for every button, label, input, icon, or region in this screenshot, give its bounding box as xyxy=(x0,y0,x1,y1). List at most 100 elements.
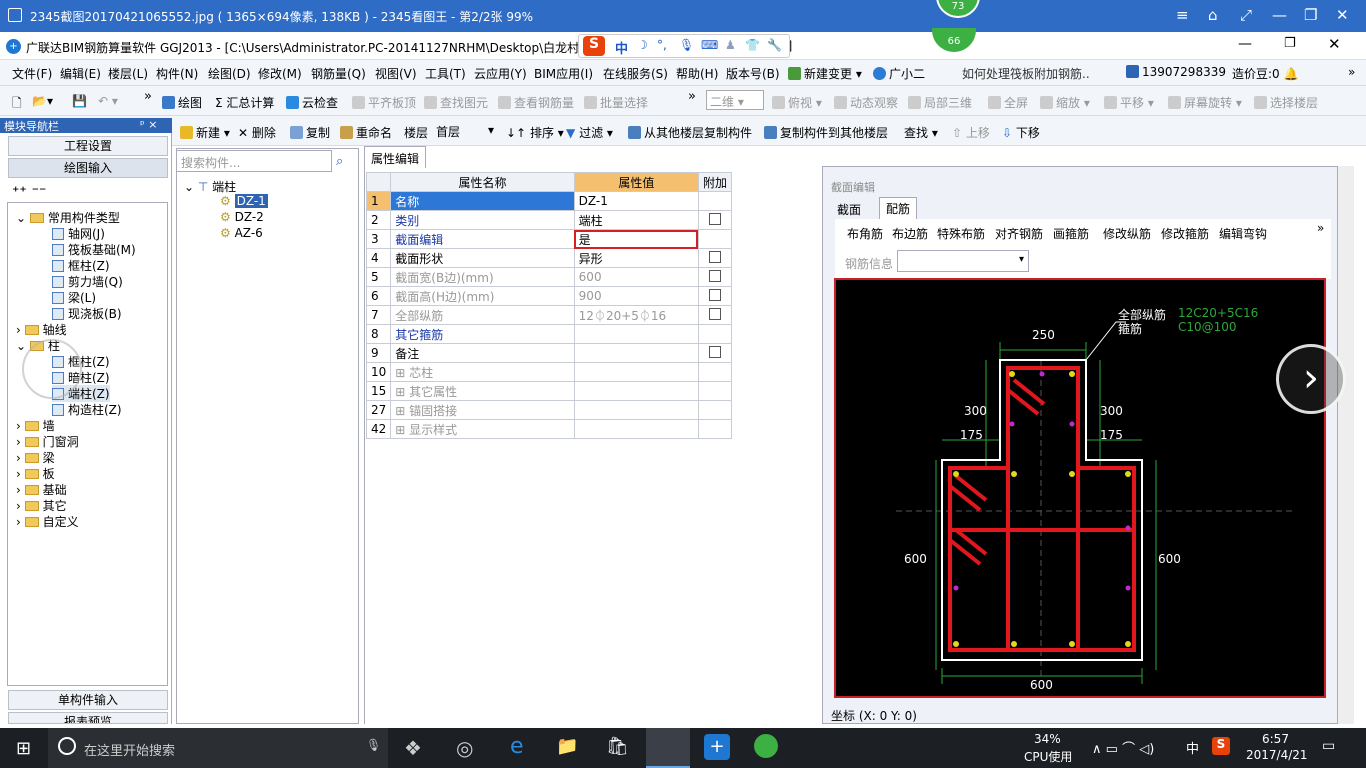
menu-help[interactable]: 帮助(H) xyxy=(676,65,718,82)
component-search-input[interactable]: 搜索构件... xyxy=(176,150,332,172)
undo-icon[interactable]: ↶ ▾ xyxy=(98,94,118,108)
rotate-screen-button[interactable]: 屏幕旋转 ▾ xyxy=(1168,94,1242,111)
close-button[interactable]: ✕ xyxy=(1336,6,1349,24)
clock-time[interactable]: 6:57 xyxy=(1262,732,1289,746)
viewer-prev-overlay-icon[interactable] xyxy=(22,339,82,399)
find-button[interactable]: 查找 ▾ xyxy=(904,124,938,141)
checkbox[interactable] xyxy=(708,345,721,358)
report-preview-button[interactable]: 报表预览 xyxy=(8,712,168,724)
open-folder-icon[interactable]: 📂▾ xyxy=(32,94,53,108)
menu-component[interactable]: 构件(N) xyxy=(156,65,198,82)
menu-view[interactable]: 视图(V) xyxy=(375,65,417,82)
explorer-icon[interactable]: 📁 xyxy=(556,736,578,757)
component-item-dz1[interactable]: ⚙ DZ-1 xyxy=(220,194,268,208)
table-row[interactable]: 5 截面宽(B边)(mm) 600 xyxy=(365,267,733,287)
tree-beam[interactable]: 梁(L) xyxy=(52,289,96,306)
checkbox[interactable] xyxy=(708,212,721,225)
floating-badge-2[interactable]: 66 xyxy=(932,28,976,52)
new-component-button[interactable]: 新建 ▾ xyxy=(180,124,230,141)
top-view-button[interactable]: 俯视 ▾ xyxy=(772,94,822,111)
sort-button[interactable]: ↓↑ 排序 ▾ xyxy=(506,124,564,141)
windows-start-icon[interactable]: ⊞ xyxy=(16,738,31,759)
save-icon[interactable]: 💾 xyxy=(72,94,87,108)
minimize-button[interactable]: — xyxy=(1272,6,1287,24)
credits[interactable]: 造价豆:0 🔔 xyxy=(1232,65,1298,82)
keyboard-icon[interactable]: ⌨ xyxy=(701,38,718,52)
summary-calc-button[interactable]: Σ 汇总计算 xyxy=(215,94,274,111)
menu-rebar-qty[interactable]: 钢筋量(Q) xyxy=(311,65,366,82)
checkbox[interactable] xyxy=(708,307,721,320)
maximize-button[interactable]: ❐ xyxy=(1304,6,1317,24)
draw-stirrup-button[interactable]: 画箍筋 xyxy=(1053,225,1089,242)
edit-hook-button[interactable]: 编辑弯钩 xyxy=(1219,225,1267,242)
table-row[interactable]: 7 全部纵筋 12⏀20+5⏀16 xyxy=(365,305,733,325)
align-slab-button[interactable]: 平齐板顶 xyxy=(352,94,416,111)
mic-icon[interactable]: 🎙 xyxy=(679,38,694,52)
edge-icon[interactable]: e xyxy=(510,734,524,759)
punct-icon[interactable]: °, xyxy=(657,38,667,52)
pin-close-icon[interactable]: ᵖ × xyxy=(140,118,157,131)
view-mode-select[interactable]: 二维 ▾ xyxy=(706,90,764,110)
zoom-button[interactable]: 缩放 ▾ xyxy=(1040,94,1090,111)
tab-property-edit[interactable]: 属性编辑 xyxy=(364,146,427,168)
component-root[interactable]: ⌄ ⊤ 端柱 xyxy=(184,178,236,195)
batch-select-button[interactable]: 批量选择 xyxy=(584,94,648,111)
rename-button[interactable]: 重命名 xyxy=(340,124,392,141)
editor-more-icon[interactable]: » xyxy=(1317,221,1324,235)
menu-file[interactable]: 文件(F) xyxy=(12,65,52,82)
tree-foundation[interactable]: › 基础 xyxy=(16,481,67,498)
ime-toolbar[interactable]: S 中 ☽ °, 🎙 ⌨ ♟ 👕 🔧 xyxy=(578,34,790,58)
filter-button[interactable]: ▼ 过滤 ▾ xyxy=(566,124,613,141)
checkbox[interactable] xyxy=(708,269,721,282)
tree-custom[interactable]: › 自定义 xyxy=(16,513,79,530)
edge-rebar-button[interactable]: 布边筋 xyxy=(892,225,928,242)
cloud-check-button[interactable]: 云检查 xyxy=(286,94,338,111)
special-rebar-button[interactable]: 特殊布筋 xyxy=(937,225,985,242)
user-icon[interactable]: ♟ xyxy=(725,38,736,52)
dynamic-view-button[interactable]: 动态观察 xyxy=(834,94,898,111)
project-settings-button[interactable]: 工程设置 xyxy=(8,136,168,156)
tree-frame-column[interactable]: 框柱(Z) xyxy=(52,257,110,274)
toolbar-more-icon[interactable]: » xyxy=(144,89,152,104)
rebar-info-select[interactable]: ▾ xyxy=(897,250,1029,272)
draw-button[interactable]: 绘图 xyxy=(162,94,202,111)
fullscreen-button[interactable]: 全屏 xyxy=(988,94,1028,111)
help-topic-link[interactable]: 如何处理筏板附加钢筋.. xyxy=(962,65,1090,82)
table-row[interactable]: 6 截面高(H边)(mm) 900 xyxy=(365,286,733,306)
menu-cloud[interactable]: 云应用(Y) xyxy=(474,65,527,82)
tree-slab[interactable]: 现浇板(B) xyxy=(52,305,122,322)
single-component-input-button[interactable]: 单构件输入 xyxy=(8,690,168,710)
menu-bim[interactable]: BIM应用(I) xyxy=(534,65,593,82)
copy-button[interactable]: 复制 xyxy=(290,124,330,141)
search-icon[interactable]: ⌕ xyxy=(336,154,343,169)
tree-grid[interactable]: 轴网(J) xyxy=(52,225,105,242)
menu-online[interactable]: 在线服务(S) xyxy=(603,65,668,82)
ime-chinese[interactable]: 中 xyxy=(615,38,628,57)
shirt-icon[interactable]: 👕 xyxy=(745,38,760,52)
store-icon[interactable]: 🛍 xyxy=(606,736,629,757)
tree-other[interactable]: › 其它 xyxy=(16,497,67,514)
moon-icon[interactable]: ☽ xyxy=(637,38,648,52)
app-minimize-button[interactable]: — xyxy=(1238,36,1252,52)
tree-axis[interactable]: › 轴线 xyxy=(16,321,67,338)
notification-icon[interactable]: ▭ xyxy=(1322,738,1335,754)
tab-rebar[interactable]: 配筋 xyxy=(879,197,918,219)
checkbox[interactable] xyxy=(708,250,721,263)
table-row[interactable]: 10 ⊞ 芯柱 xyxy=(365,362,733,382)
expand-collapse-icons[interactable]: ⁺⁺ ⁻⁻ xyxy=(12,184,46,200)
drawing-input-button[interactable]: 绘图输入 xyxy=(8,158,168,178)
clock-date[interactable]: 2017/4/21 xyxy=(1246,748,1308,762)
glodon-taskbar-icon[interactable]: + xyxy=(704,734,730,760)
tree-openings[interactable]: › 门窗洞 xyxy=(16,433,79,450)
tree-beam-group[interactable]: › 梁 xyxy=(16,449,55,466)
fullscreen-icon[interactable]: ⤢ xyxy=(1240,6,1252,24)
green-app-icon[interactable] xyxy=(754,734,778,758)
table-row[interactable]: 8 其它箍筋 xyxy=(365,324,733,344)
table-row[interactable]: 42 ⊞ 显示样式 xyxy=(365,419,733,439)
tree-raft[interactable]: 筏板基础(M) xyxy=(52,241,136,258)
view-rebar-button[interactable]: 查看钢筋量 xyxy=(498,94,574,111)
move-up-button[interactable]: ⇧ 上移 xyxy=(952,124,990,141)
table-row[interactable]: 9 备注 xyxy=(365,343,733,363)
menu-more-icon[interactable]: » xyxy=(1348,65,1355,79)
table-row[interactable]: 15 ⊞ 其它属性 xyxy=(365,381,733,401)
